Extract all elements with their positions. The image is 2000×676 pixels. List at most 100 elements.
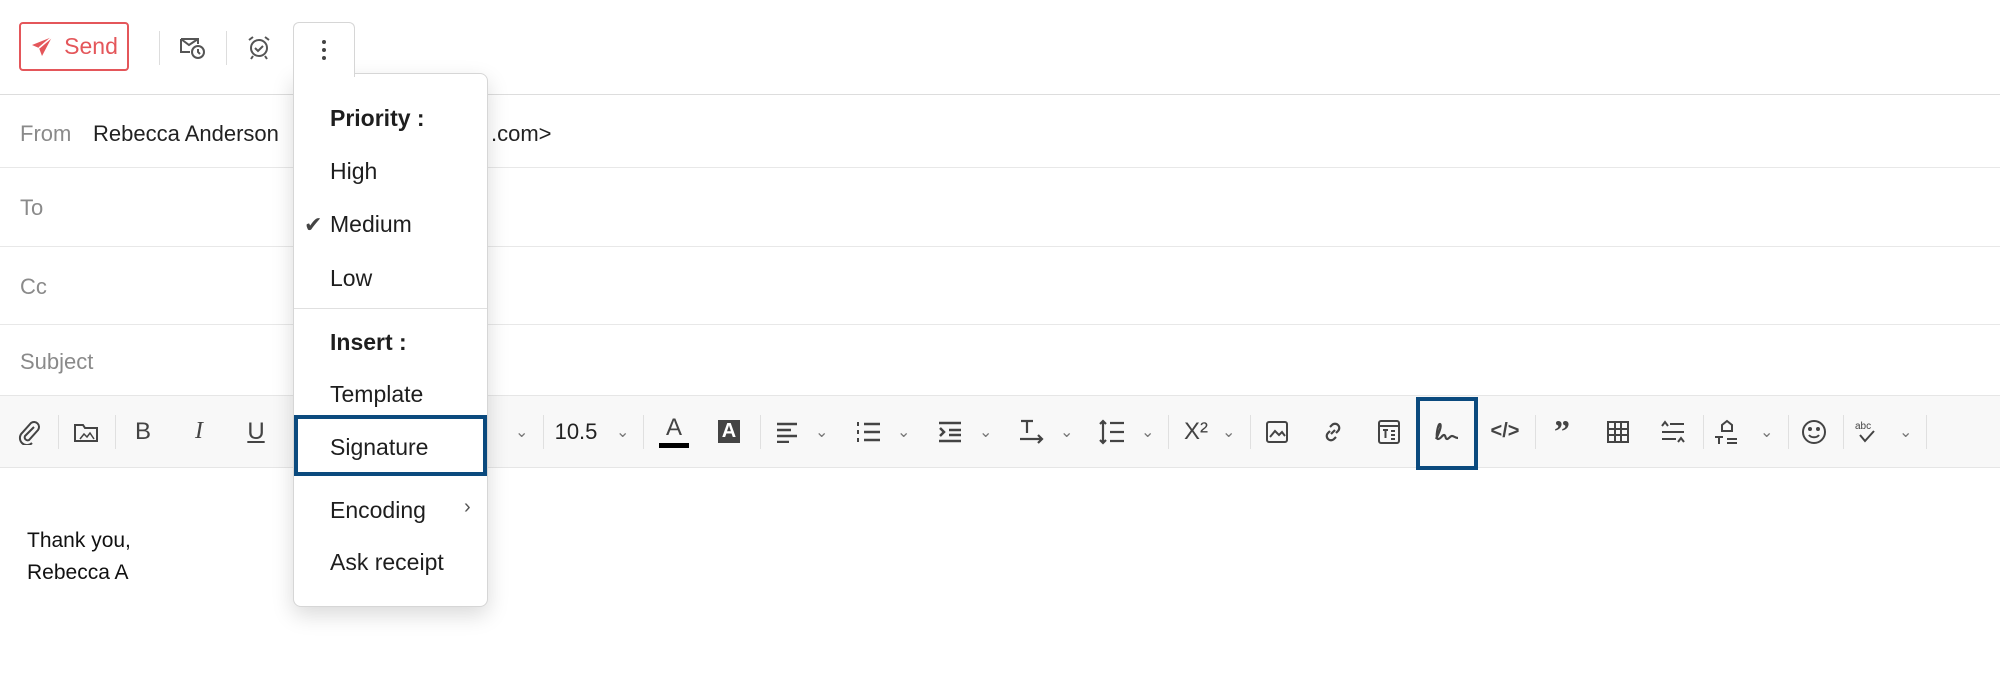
schedule-send-icon [180,38,205,59]
textbox-icon [1378,419,1400,444]
text-color-icon: A [665,413,682,441]
bullet-list-icon [857,421,880,442]
link-icon [1325,422,1341,441]
divider [1168,415,1169,449]
text-direction-chevron-icon[interactable]: ⌄ [1060,396,1073,467]
insert-heading: Insert : [330,329,407,355]
divider [643,415,644,449]
italic-button[interactable]: I [184,396,214,467]
divider [58,415,59,449]
body-line-2[interactable]: Rebecca A [27,561,129,585]
from-value-end[interactable]: .com> [491,121,552,147]
divider [1250,415,1251,449]
insert-textbox-button[interactable] [1374,396,1404,467]
menu-item-high[interactable]: High [330,158,377,185]
priority-heading: Priority : [330,105,425,131]
insert-image-button[interactable] [1262,396,1292,467]
insert-link-button[interactable] [1318,396,1348,467]
paint-format-icon [1715,419,1737,444]
schedule-send-button[interactable] [176,30,208,64]
text-direction-icon [1020,419,1044,444]
divider [1926,415,1927,449]
attach-button[interactable] [14,396,44,467]
line-height-button[interactable] [1095,396,1129,467]
svg-text:abc: abc [1855,421,1871,432]
insert-code-button[interactable]: </> [1489,396,1521,467]
font-highlight-chevron-icon[interactable]: ⌄ [1760,396,1773,467]
text-case-button[interactable] [1658,396,1688,467]
align-left-icon [777,422,797,443]
divider [1535,415,1536,449]
menu-item-encoding[interactable]: Encoding [330,497,426,524]
table-icon [1607,420,1629,443]
quote-button[interactable]: ” [1546,396,1578,467]
subject-label: Subject [20,349,94,374]
reminder-button[interactable] [243,30,275,64]
spellcheck-icon: abc [1855,421,1875,443]
text-color-swatch [659,442,689,448]
menu-item-medium[interactable]: Medium [330,211,412,238]
more-options-button[interactable] [293,22,355,77]
spellcheck-button[interactable]: abc [1849,396,1883,467]
bold-button[interactable]: B [128,396,158,467]
more-options-menu: Priority : High ✔ Medium Low Insert : Te… [293,73,488,607]
from-label: From [20,121,72,146]
divider [115,415,116,449]
quote-icon: ” [1554,413,1570,449]
insert-from-cloud-button[interactable] [71,396,101,467]
font-size-select[interactable]: 10.5 [551,396,601,467]
indent-chevron-icon[interactable]: ⌄ [979,396,992,467]
insert-table-button[interactable] [1603,396,1633,467]
indent-button[interactable] [935,396,965,467]
line-height-chevron-icon[interactable]: ⌄ [1141,396,1154,467]
indent-icon [939,421,961,442]
folder-image-icon [74,423,98,442]
chevron-right-icon: › [464,496,471,518]
align-button[interactable] [772,396,802,467]
line-height-icon [1099,418,1124,445]
divider [159,31,160,65]
superscript-chevron-icon[interactable]: ⌄ [1222,396,1235,467]
divider [543,415,544,449]
font-family-chevron-icon[interactable]: ⌄ [515,396,528,467]
smiley-icon [1802,419,1826,444]
font-highlight-button[interactable] [1710,396,1744,467]
spellcheck-chevron-icon[interactable]: ⌄ [1899,396,1912,467]
text-color-button[interactable]: A [657,396,691,467]
body-line-1[interactable]: Thank you, [27,529,131,553]
menu-item-ask-receipt[interactable]: Ask receipt [330,549,444,576]
from-value[interactable]: Rebecca Anderson [93,121,279,147]
divider [760,415,761,449]
divider [226,31,227,65]
send-label: Send [64,33,118,59]
paperclip-icon [18,420,40,445]
divider [1843,415,1844,449]
code-icon: </> [1490,420,1520,442]
send-icon [32,35,53,56]
cc-label: Cc [20,274,47,299]
list-chevron-icon[interactable]: ⌄ [897,396,910,467]
background-color-button[interactable]: A [713,396,745,467]
emoji-button[interactable] [1798,396,1830,467]
to-label: To [20,195,44,220]
checkmark-icon: ✔ [304,212,323,237]
divider [294,308,487,309]
menu-item-signature[interactable]: Signature [330,434,428,461]
list-button[interactable] [853,396,883,467]
text-direction-button[interactable] [1015,396,1049,467]
divider [1703,415,1704,449]
more-vertical-icon [322,40,326,60]
underline-button[interactable]: U [241,396,271,467]
image-icon [1266,420,1288,443]
alarm-clock-icon [248,36,270,60]
superscript-button[interactable]: X² [1178,396,1214,467]
font-size-chevron-icon[interactable]: ⌄ [616,396,629,467]
divider [1788,415,1789,449]
background-color-icon: A [717,420,741,443]
align-chevron-icon[interactable]: ⌄ [815,396,828,467]
send-button[interactable]: Send [19,22,129,71]
menu-item-low[interactable]: Low [330,265,372,292]
menu-item-template[interactable]: Template [330,381,423,408]
text-case-icon [1661,419,1685,443]
signature-highlight [1416,397,1478,470]
